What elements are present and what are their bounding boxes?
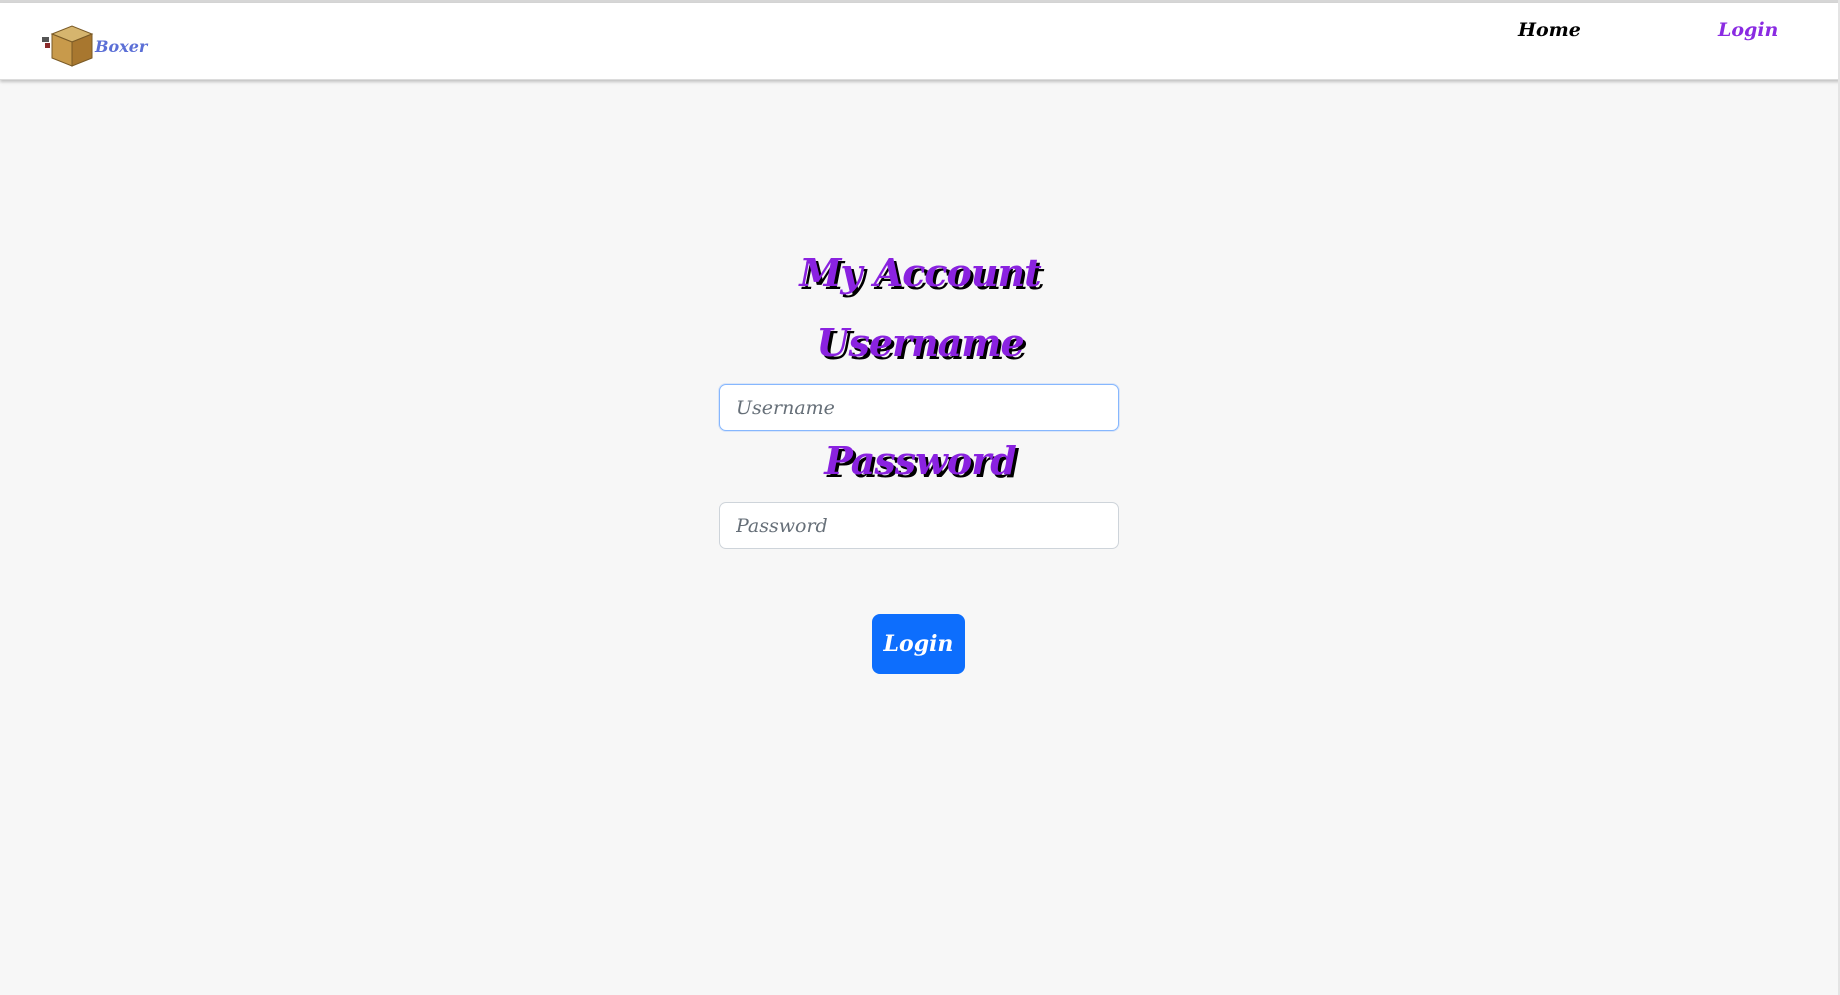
username-input[interactable] xyxy=(719,384,1119,431)
nav-login-link[interactable]: Login xyxy=(1718,19,1778,41)
password-label: Password xyxy=(824,438,1017,483)
nav-home-link[interactable]: Home xyxy=(1518,19,1581,41)
username-label: Username xyxy=(816,320,1024,365)
password-input[interactable] xyxy=(719,502,1119,549)
login-button[interactable]: Login xyxy=(872,614,965,674)
cardboard-box-icon xyxy=(42,25,94,67)
brand-logo-link[interactable]: Boxer xyxy=(42,22,147,68)
brand-name: Boxer xyxy=(95,37,148,56)
page-title: My Account xyxy=(799,250,1041,295)
navbar: Boxer Home Login xyxy=(0,3,1840,80)
